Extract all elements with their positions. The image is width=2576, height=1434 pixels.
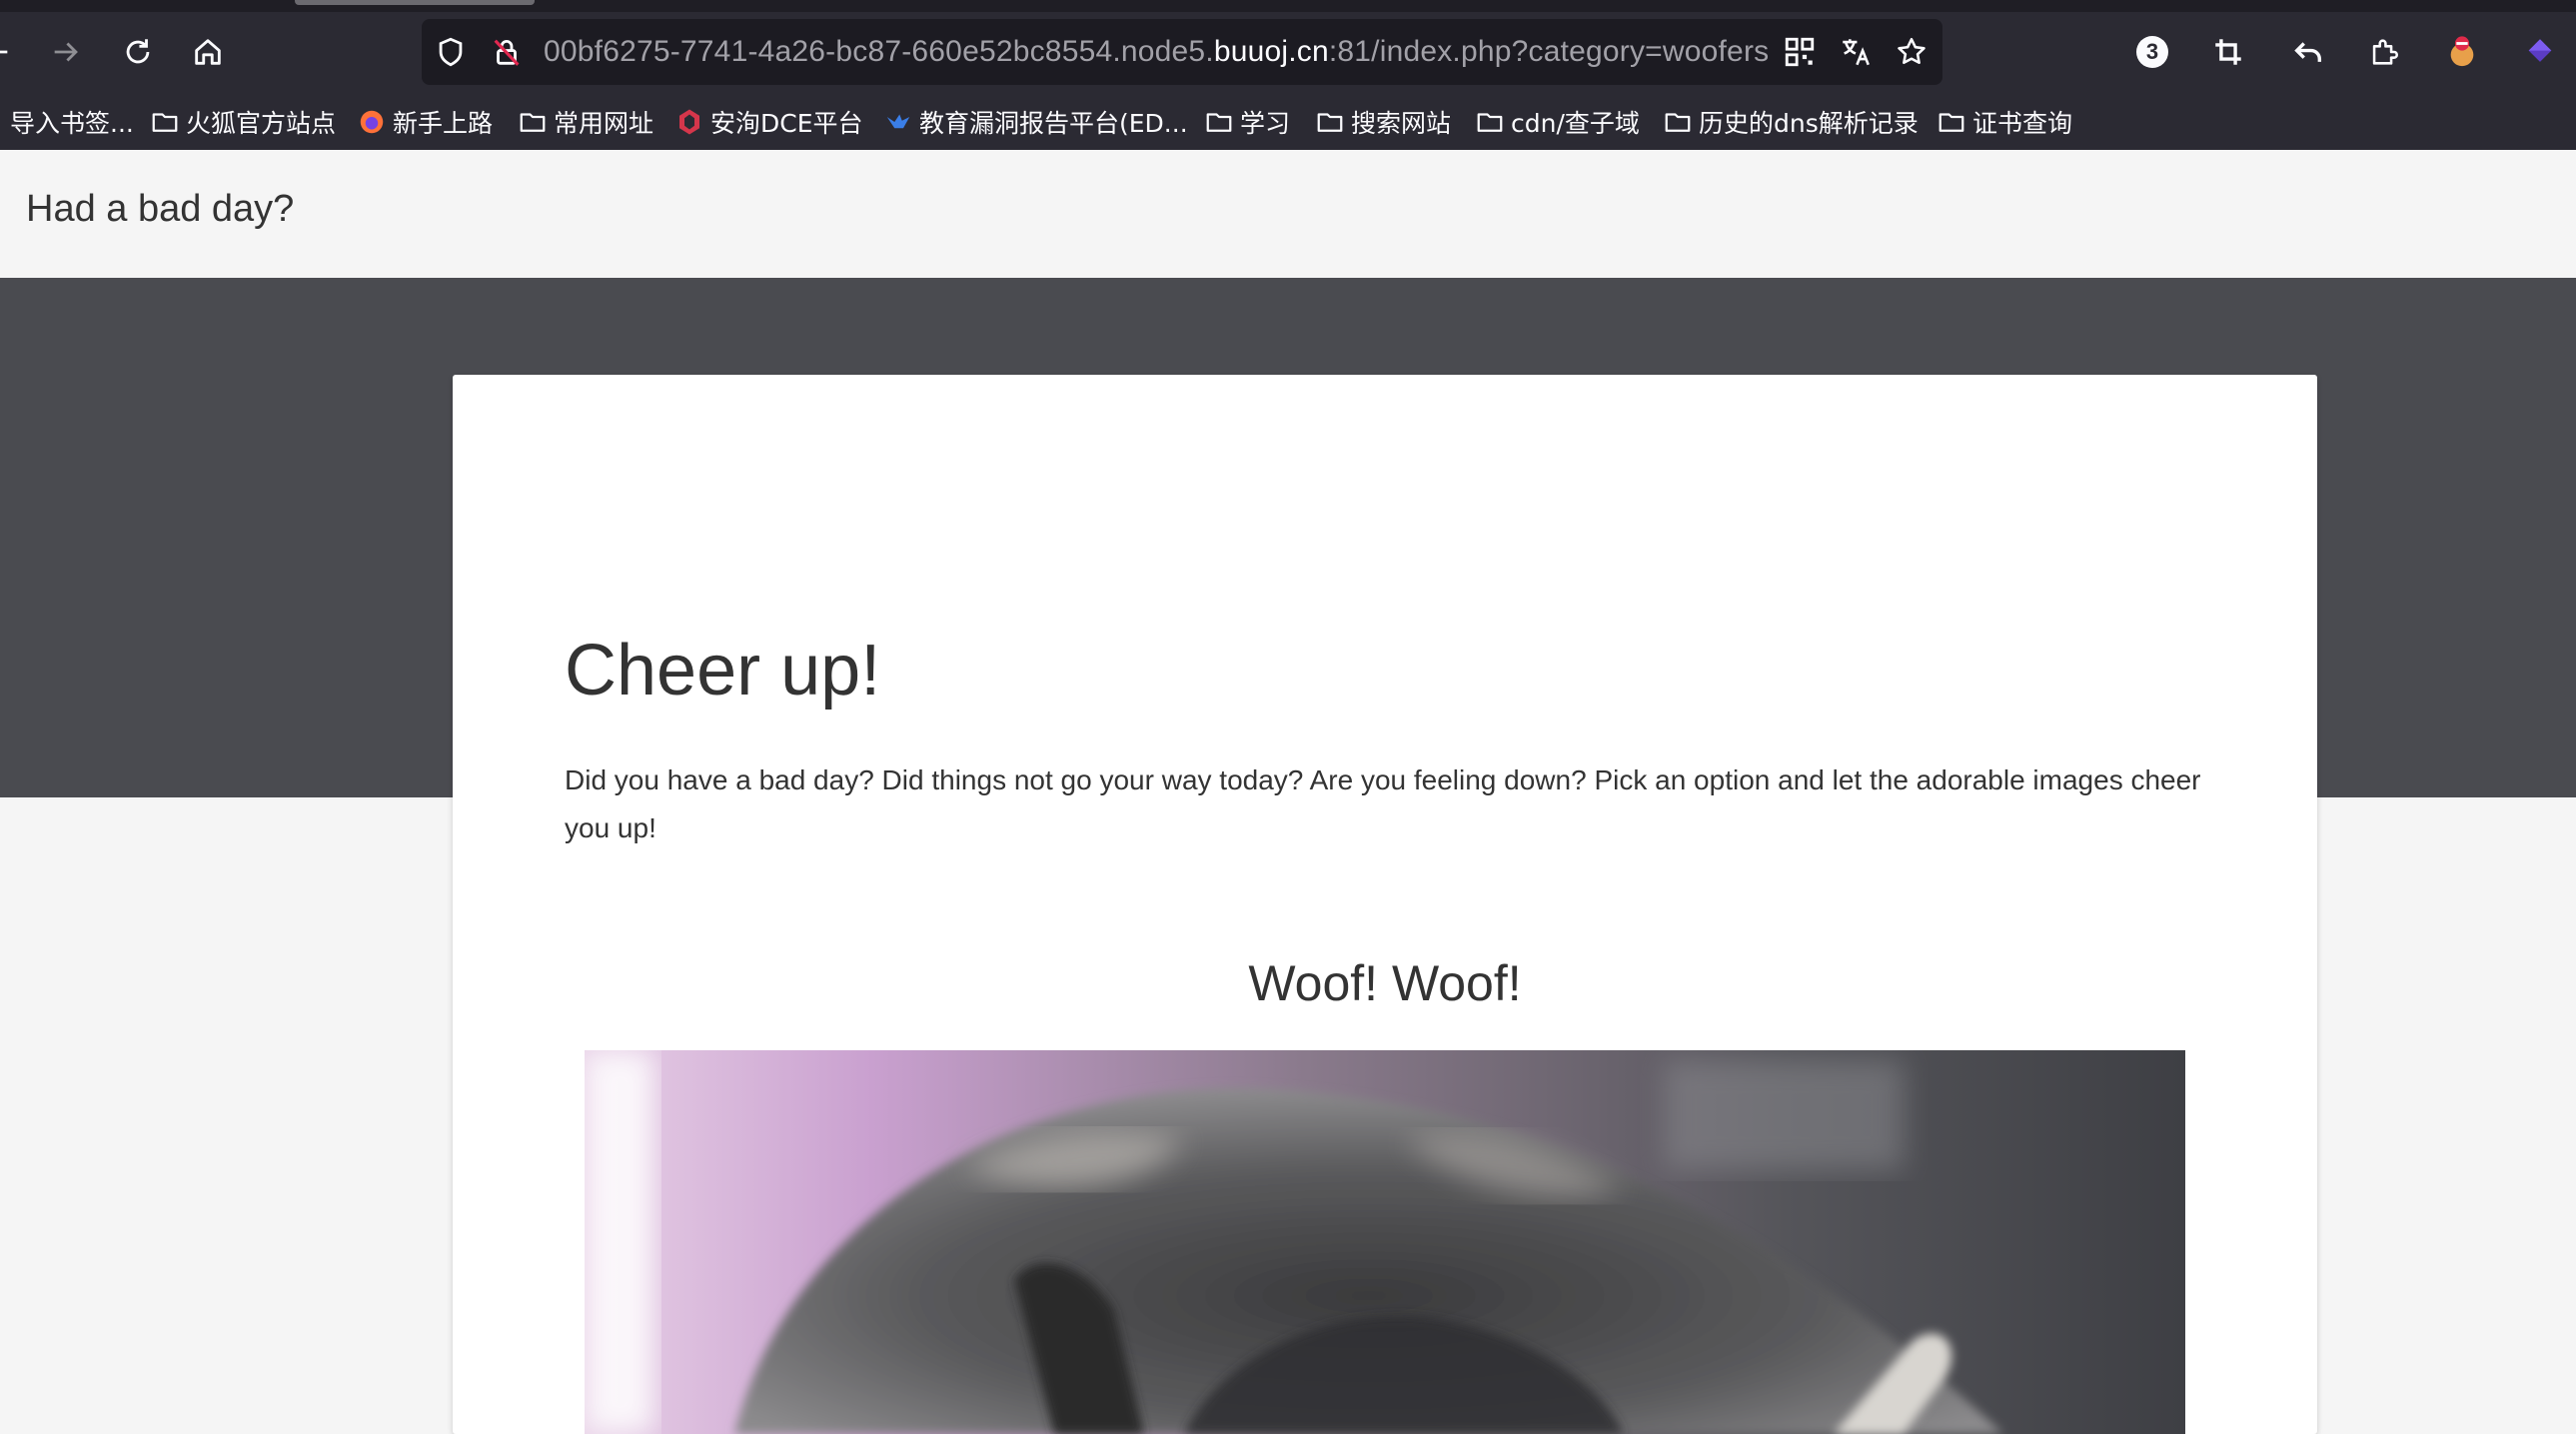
bookmark-label: cdn/查子域 [1511, 109, 1640, 138]
bookmark-cert-lookup[interactable]: 证书查询 [1936, 102, 2072, 142]
qr-code-icon[interactable] [1781, 33, 1819, 71]
intro-text: Did you have a bad day? Did things not g… [565, 764, 2201, 843]
bookmarks-bar: 导入书签... 火狐官方站点 新手上路 常用网址 安洵DCE平台 教育漏洞报告平… [0, 93, 2576, 150]
bird-logo-icon [886, 114, 910, 129]
bookmark-study[interactable]: 学习 [1204, 102, 1290, 142]
folder-icon [152, 113, 178, 132]
bookmark-label: 常用网址 [554, 109, 654, 138]
folder-icon [1938, 113, 1964, 132]
bookmark-edu-src[interactable]: 教育漏洞报告平台(ED... [883, 102, 1188, 142]
diamond-extension-icon [2528, 39, 2552, 62]
bookmark-dns-history[interactable]: 历史的dns解析记录 [1663, 102, 1919, 142]
bookmark-firefox-sites[interactable]: 火狐官方站点 [150, 102, 336, 142]
shield-logo-icon [679, 109, 699, 135]
extensions-button[interactable] [2358, 26, 2410, 78]
undo-arrow-icon [2294, 42, 2322, 62]
url-prefix: 00bf6275-7741-4a26-bc87-660e52bc8554.nod… [544, 35, 1214, 68]
extension-count-badge: 3 [2136, 36, 2168, 68]
forward-button[interactable] [40, 26, 92, 78]
bookmark-getting-started[interactable]: 新手上路 [357, 102, 493, 142]
bookmark-star-icon[interactable] [1893, 33, 1931, 71]
translate-icon[interactable] [1837, 33, 1875, 71]
avatar-icon [2450, 36, 2474, 67]
folder-icon [1477, 113, 1503, 132]
bookmark-common-sites[interactable]: 常用网址 [518, 102, 653, 142]
address-bar[interactable]: 00bf6275-7741-4a26-bc87-660e52bc8554.nod… [422, 19, 1942, 85]
extension-badge-button[interactable]: 3 [2126, 26, 2178, 78]
url-text[interactable]: 00bf6275-7741-4a26-bc87-660e52bc8554.nod… [544, 34, 1769, 70]
reload-icon [126, 39, 150, 64]
crop-icon [2215, 39, 2241, 65]
page-title: Cheer up! [565, 631, 881, 711]
site-brand[interactable]: Had a bad day? [26, 188, 294, 231]
bookmark-label: 搜索网站 [1351, 109, 1452, 138]
profile-avatar-button[interactable] [2436, 26, 2488, 78]
bookmark-cdn-subdomain[interactable]: cdn/查子域 [1475, 102, 1640, 142]
bookmark-search-sites[interactable]: 搜索网站 [1315, 102, 1451, 142]
bookmark-label: 学习 [1240, 109, 1291, 138]
url-host: buuoj.cn [1213, 35, 1329, 68]
home-button[interactable] [182, 26, 234, 78]
dog-image [585, 1050, 2185, 1434]
bookmark-import[interactable]: 导入书签... [10, 102, 134, 142]
site-header: Had a bad day? [0, 150, 2576, 278]
content-card: Cheer up! Did you have a bad day? Did th… [453, 375, 2317, 1434]
bookmark-label: 教育漏洞报告平台(ED... [919, 109, 1188, 138]
home-icon [195, 39, 221, 65]
folder-icon [1665, 113, 1691, 132]
tab-strip [0, 0, 2576, 12]
folder-icon [520, 113, 546, 132]
bookmark-label: 安洵DCE平台 [710, 109, 863, 138]
folder-icon [1206, 113, 1232, 132]
forward-arrow-icon [54, 42, 78, 62]
active-tab-indicator[interactable] [295, 0, 535, 5]
bookmark-label: 新手上路 [393, 109, 494, 138]
bookmark-label: 导入书签... [10, 109, 134, 138]
dog-photo [585, 1050, 2185, 1434]
back-arrow-icon [0, 50, 8, 54]
url-path: :81/index.php?category=woofers [1328, 35, 1770, 68]
folder-icon [1317, 113, 1343, 132]
insecure-lock-icon[interactable] [488, 33, 526, 71]
screenshot-button[interactable] [2202, 26, 2254, 78]
tracking-protection-icon[interactable] [432, 33, 470, 71]
undo-button[interactable] [2282, 26, 2334, 78]
bookmark-label: 证书查询 [1972, 109, 2073, 138]
firefox-icon [360, 110, 384, 134]
back-button[interactable] [0, 26, 22, 78]
section-title: Woof! Woof! [1248, 955, 1522, 1011]
bookmark-label: 火狐官方站点 [186, 109, 337, 138]
bookmark-label: 历史的dns解析记录 [1699, 109, 1919, 138]
bookmark-dce-platform[interactable]: 安洵DCE平台 [674, 102, 863, 142]
reload-button[interactable] [112, 26, 164, 78]
extension-button[interactable] [2514, 26, 2566, 78]
browser-toolbar: 00bf6275-7741-4a26-bc87-660e52bc8554.nod… [0, 12, 2576, 93]
puzzle-icon [2372, 39, 2398, 65]
